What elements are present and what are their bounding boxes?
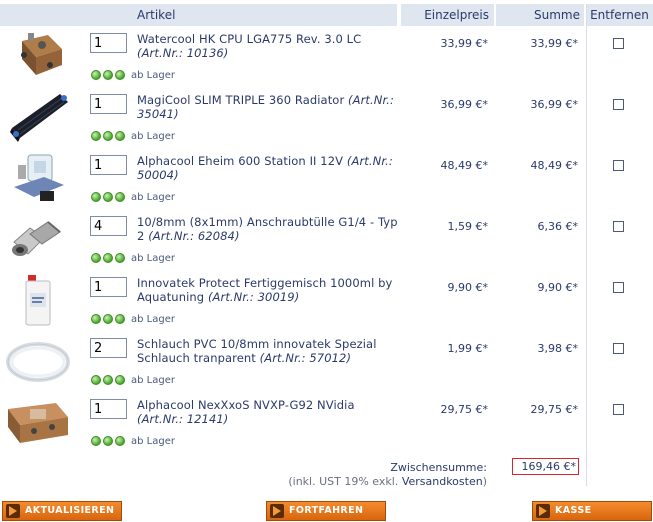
tax-note: (inkl. UST 19% exkl. Versandkosten) xyxy=(288,475,487,488)
remove-checkbox[interactable] xyxy=(613,343,624,354)
stock-dot-icon xyxy=(91,70,101,80)
product-title[interactable]: Alphacool NexXxoS NVXP-G92 NVidia (Art.N… xyxy=(137,398,399,426)
product-title[interactable]: Schlauch PVC 10/8mm innovatek Spezial Sc… xyxy=(137,337,399,365)
stock-indicator: ab Lager xyxy=(91,374,175,386)
unit-price: 1,99 €* xyxy=(447,342,489,355)
cart-row: Innovatek Protect Fertiggemisch 1000ml b… xyxy=(0,271,653,332)
product-title[interactable]: MagiCool SLIM TRIPLE 360 Radiator (Art.N… xyxy=(137,93,399,121)
remove-checkbox[interactable] xyxy=(613,160,624,171)
coolant-bottle-image xyxy=(25,275,51,326)
unit-price: 48,49 €* xyxy=(440,159,489,172)
shipping-costs-link[interactable]: Versandkosten xyxy=(402,475,483,488)
checkout-button[interactable]: KASSE xyxy=(532,501,652,521)
remove-checkbox[interactable] xyxy=(613,99,624,110)
stock-dot-icon xyxy=(91,131,101,141)
unit-price: 36,99 €* xyxy=(440,98,489,111)
stock-dot-icon xyxy=(91,314,101,324)
remove-checkbox[interactable] xyxy=(613,38,624,49)
stock-dot-icon xyxy=(115,314,125,324)
arrow-right-icon xyxy=(536,504,550,518)
stock-dot-icon xyxy=(91,436,101,446)
column-einzelpreis: Einzelpreis xyxy=(401,4,494,26)
unit-price: 33,99 €* xyxy=(440,37,489,50)
quantity-input[interactable] xyxy=(90,277,127,297)
stock-dot-icon xyxy=(115,253,125,263)
cart-row: Alphacool Eheim 600 Station II 12V (Art.… xyxy=(0,149,653,210)
stock-dot-icon xyxy=(103,253,113,263)
cart-row: MagiCool SLIM TRIPLE 360 Radiator (Art.N… xyxy=(0,88,653,149)
stock-dot-icon xyxy=(115,375,125,385)
cpu-waterblock-image xyxy=(21,33,62,75)
stock-indicator: ab Lager xyxy=(91,435,175,447)
line-total: 9,90 €* xyxy=(537,281,579,294)
arrow-right-icon xyxy=(6,504,20,518)
remove-checkbox[interactable] xyxy=(613,282,624,293)
line-total: 6,36 €* xyxy=(537,220,579,233)
subtotal-label: Zwischensumme: xyxy=(390,461,487,474)
continue-button[interactable]: FORTFAHREN xyxy=(266,501,386,521)
line-total: 29,75 €* xyxy=(530,403,579,416)
line-total: 3,98 €* xyxy=(537,342,579,355)
cart-row: Watercool HK CPU LGA775 Rev. 3.0 LC (Art… xyxy=(0,27,653,88)
stock-dot-icon xyxy=(115,192,125,202)
stock-indicator: ab Lager xyxy=(91,191,175,203)
line-total: 33,99 €* xyxy=(530,37,579,50)
stock-dot-icon xyxy=(115,131,125,141)
cart-row: Schlauch PVC 10/8mm innovatek Spezial Sc… xyxy=(0,332,653,393)
line-total: 36,99 €* xyxy=(530,98,579,111)
stock-dot-icon xyxy=(103,314,113,324)
stock-dot-icon xyxy=(103,436,113,446)
remove-checkbox[interactable] xyxy=(613,221,624,232)
stock-dot-icon xyxy=(103,70,113,80)
unit-price: 1,59 €* xyxy=(447,220,489,233)
stock-dot-icon xyxy=(103,131,113,141)
stock-dot-icon xyxy=(115,70,125,80)
unit-price: 9,90 €* xyxy=(447,281,489,294)
product-title[interactable]: Innovatek Protect Fertiggemisch 1000ml b… xyxy=(137,276,399,304)
remove-checkbox[interactable] xyxy=(613,404,624,415)
quantity-input[interactable] xyxy=(90,33,127,53)
pump-station-image xyxy=(14,154,64,201)
product-title[interactable]: 10/8mm (8x1mm) Anschraubtülle G1/4 - Typ… xyxy=(137,215,399,243)
arrow-right-icon xyxy=(270,504,284,518)
stock-indicator: ab Lager xyxy=(91,130,175,142)
radiator-image xyxy=(10,94,68,142)
column-artikel: Artikel xyxy=(0,4,397,26)
stock-dot-icon xyxy=(91,192,101,202)
cart-row: Alphacool NexXxoS NVXP-G92 NVidia (Art.N… xyxy=(0,393,653,454)
stock-dot-icon xyxy=(115,436,125,446)
stock-dot-icon xyxy=(103,192,113,202)
cart-row: 10/8mm (8x1mm) Anschraubtülle G1/4 - Typ… xyxy=(0,210,653,271)
product-title[interactable]: Watercool HK CPU LGA775 Rev. 3.0 LC (Art… xyxy=(137,32,399,60)
cart-table-header: Artikel Einzelpreis Summe Entfernen xyxy=(0,4,653,26)
stock-dot-icon xyxy=(103,375,113,385)
tube-image xyxy=(6,342,70,382)
stock-indicator: ab Lager xyxy=(91,313,175,325)
quantity-input[interactable] xyxy=(90,216,127,236)
stock-indicator: ab Lager xyxy=(91,252,175,264)
stock-dot-icon xyxy=(91,375,101,385)
quantity-input[interactable] xyxy=(90,338,127,358)
quantity-input[interactable] xyxy=(90,94,127,114)
subtotal-value: 169,46 €* xyxy=(512,458,579,475)
quantity-input[interactable] xyxy=(90,399,127,419)
stock-dot-icon xyxy=(91,253,101,263)
column-summe: Summe xyxy=(496,4,584,26)
update-button[interactable]: AKTUALISIEREN xyxy=(2,501,122,521)
fitting-image xyxy=(12,221,61,256)
unit-price: 29,75 €* xyxy=(440,403,489,416)
quantity-input[interactable] xyxy=(90,155,127,175)
stock-indicator: ab Lager xyxy=(91,69,175,81)
column-entfernen: Entfernen xyxy=(586,4,653,26)
gpu-waterblock-image xyxy=(8,403,68,443)
line-total: 48,49 €* xyxy=(530,159,579,172)
product-title[interactable]: Alphacool Eheim 600 Station II 12V (Art.… xyxy=(137,154,399,182)
